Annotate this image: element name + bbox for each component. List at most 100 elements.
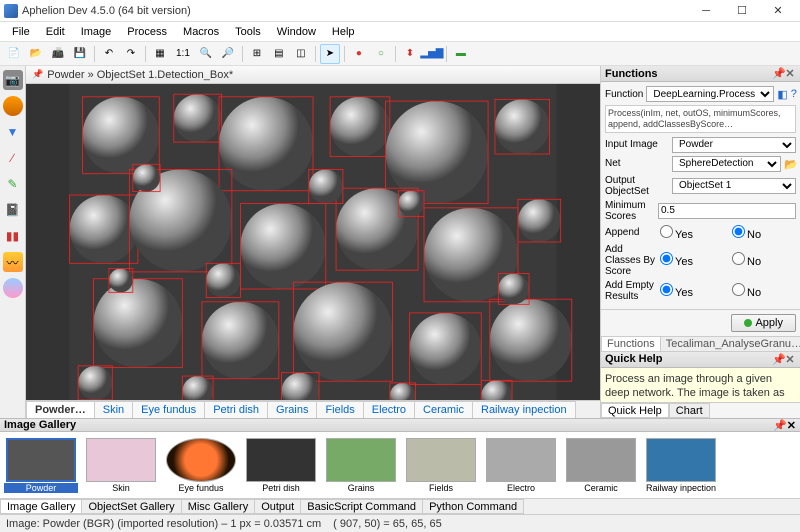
run-icon[interactable]: ▬ [451, 44, 471, 64]
qh-pin-icon[interactable]: 📌 [772, 353, 784, 366]
menu-tools[interactable]: Tools [227, 24, 269, 40]
menu-file[interactable]: File [4, 24, 38, 40]
image-gallery: PowderSkinEye fundusPetri dishGrainsFiel… [0, 432, 800, 498]
net-select[interactable]: SphereDetection [672, 156, 781, 172]
funnel-icon[interactable]: ▼ [3, 122, 23, 142]
book-icon[interactable]: 📓 [3, 200, 23, 220]
img-tab-petri[interactable]: Petri dish [204, 401, 268, 418]
marker-red-icon[interactable]: ● [349, 44, 369, 64]
zoom-out-icon[interactable]: 🔎 [218, 44, 238, 64]
scan-icon[interactable]: 📠 [48, 44, 68, 64]
gallery-thumb[interactable]: Petri dish [244, 438, 318, 493]
gallery-thumb[interactable]: Skin [84, 438, 158, 493]
sphere-icon[interactable] [3, 96, 23, 116]
window-title: Aphelion Dev 4.5.0 (64 bit version) [18, 5, 688, 17]
qhtab-chart[interactable]: Chart [669, 403, 710, 418]
gallery-thumb[interactable]: Grains [324, 438, 398, 493]
redo-icon[interactable]: ↷ [121, 44, 141, 64]
img-tab-skin[interactable]: Skin [94, 401, 133, 418]
histogram-icon[interactable]: ▂▅▇ [422, 44, 442, 64]
zoom-in-icon[interactable]: 🔍 [196, 44, 216, 64]
addclasses-no[interactable]: No [732, 252, 796, 268]
img-tab-railway[interactable]: Railway inpection [472, 401, 576, 418]
tool-palette: 📷 ▼ ∕ ✎ 📓 ▮▮ 〰 [0, 66, 26, 418]
fit-icon[interactable]: ▦ [150, 44, 170, 64]
image-viewport[interactable] [26, 84, 600, 400]
gtab-image[interactable]: Image Gallery [0, 499, 82, 514]
panel-pin-icon[interactable]: 📌 [772, 67, 784, 80]
gallery-pin-icon[interactable]: 📌 [773, 419, 787, 432]
pencil-icon[interactable]: ✎ [3, 174, 23, 194]
menu-image[interactable]: Image [73, 24, 120, 40]
pointer-icon[interactable]: ➤ [320, 44, 340, 64]
func-dropdown-icon[interactable]: ◧ [777, 88, 787, 100]
panel-close-icon[interactable]: ✕ [784, 67, 796, 80]
gtab-python[interactable]: Python Command [422, 499, 524, 514]
gallery-thumb[interactable]: Railway inpection [644, 438, 718, 493]
function-signature: Process(inIm, net, outOS, minimumScores,… [605, 105, 796, 133]
layers-icon[interactable]: ▤ [269, 44, 289, 64]
qhtab-help[interactable]: Quick Help [601, 403, 669, 418]
rtab-functions[interactable]: Functions [601, 336, 661, 351]
undo-icon[interactable]: ↶ [99, 44, 119, 64]
bars-icon[interactable]: ▮▮ [3, 226, 23, 246]
save-icon[interactable]: 💾 [70, 44, 90, 64]
camera-icon[interactable]: 📷 [3, 70, 23, 90]
img-tab-electro[interactable]: Electro [363, 401, 415, 418]
gallery-thumb[interactable]: Powder [4, 438, 78, 493]
rtab-tecaliman[interactable]: Tecaliman_AnalyseGranu… [660, 336, 800, 351]
img-tab-fields[interactable]: Fields [316, 401, 363, 418]
maximize-button[interactable]: ☐ [724, 0, 760, 22]
function-select[interactable]: DeepLearning.Process [646, 86, 774, 102]
wave-icon[interactable]: 〰 [3, 252, 23, 272]
marker-green-icon[interactable]: ○ [371, 44, 391, 64]
img-tab-grains[interactable]: Grains [267, 401, 317, 418]
qh-close-icon[interactable]: ✕ [784, 353, 796, 366]
grid-icon[interactable]: ⊞ [247, 44, 267, 64]
close-button[interactable]: ✕ [760, 0, 796, 22]
menu-macros[interactable]: Macros [175, 24, 227, 40]
gallery-close-icon[interactable]: ✕ [787, 419, 796, 432]
zoom-ratio[interactable]: 1:1 [172, 44, 194, 64]
brush-icon[interactable]: ∕ [3, 148, 23, 168]
menu-process[interactable]: Process [119, 24, 175, 40]
append-no[interactable]: No [732, 225, 796, 241]
image-tab-title: Powder » ObjectSet 1.Detection_Box* [47, 69, 233, 81]
status-bar: Image: Powder (BGR) (imported resolution… [0, 514, 800, 532]
gtab-basicscript[interactable]: BasicScript Command [300, 499, 423, 514]
minscores-input[interactable] [658, 203, 796, 219]
menu-edit[interactable]: Edit [38, 24, 73, 40]
gallery-thumb[interactable]: Electro [484, 438, 558, 493]
browse-icon[interactable]: 📂 [784, 158, 796, 170]
img-tab-powder[interactable]: Powder… [26, 401, 95, 418]
label-input-image: Input Image [605, 139, 669, 150]
window-icon[interactable]: ◫ [291, 44, 311, 64]
output-select[interactable]: ObjectSet 1 [672, 178, 796, 194]
pin-icon[interactable]: 📌 [32, 69, 43, 80]
gtab-output[interactable]: Output [254, 499, 301, 514]
gtab-objectset[interactable]: ObjectSet Gallery [81, 499, 181, 514]
chart-icon[interactable]: ⬍ [400, 44, 420, 64]
gallery-thumb[interactable]: Eye fundus [164, 438, 238, 493]
new-icon[interactable]: 📄 [4, 44, 24, 64]
minimize-button[interactable]: ─ [688, 0, 724, 22]
app-icon [4, 4, 18, 18]
input-image-select[interactable]: Powder [672, 137, 796, 153]
addempty-no[interactable]: No [732, 283, 796, 299]
apply-button[interactable]: Apply [731, 314, 796, 332]
append-yes[interactable]: Yes [660, 225, 724, 241]
menu-help[interactable]: Help [324, 24, 363, 40]
addclasses-yes[interactable]: Yes [660, 252, 724, 268]
menu-window[interactable]: Window [269, 24, 324, 40]
gtab-misc[interactable]: Misc Gallery [181, 499, 256, 514]
func-help-icon[interactable]: ? [791, 88, 797, 100]
status-image-info: Image: Powder (BGR) (imported resolution… [6, 518, 321, 530]
img-tab-eyefundus[interactable]: Eye fundus [132, 401, 205, 418]
gallery-thumb[interactable]: Ceramic [564, 438, 638, 493]
disc-icon[interactable] [3, 278, 23, 298]
gallery-thumb[interactable]: Fields [404, 438, 478, 493]
img-tab-ceramic[interactable]: Ceramic [414, 401, 473, 418]
open-icon[interactable]: 📂 [26, 44, 46, 64]
addempty-yes[interactable]: Yes [660, 283, 724, 299]
function-form: Function DeepLearning.Process ◧ ? Proces… [601, 82, 800, 310]
